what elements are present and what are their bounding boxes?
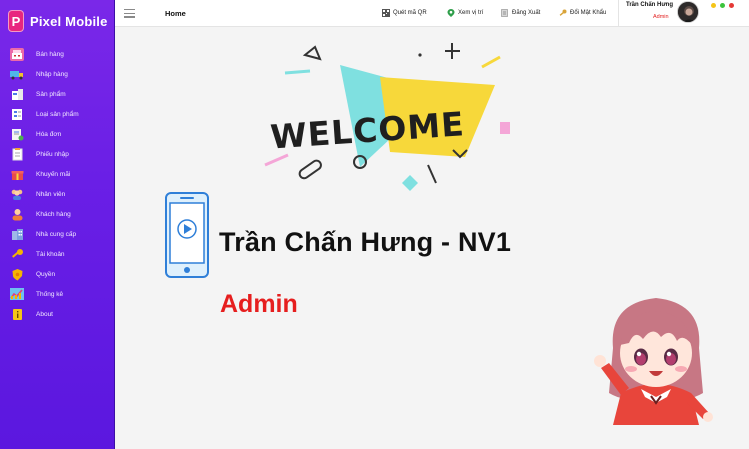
welcome-banner: WELCOME (264, 43, 510, 191)
sidebar-item-quyen[interactable]: Quyền (0, 264, 115, 284)
top-bar: Home Quét mã QR Xem vị trí Đăng Xuất Đổi… (115, 0, 749, 27)
logout-label: Đăng Xuất (512, 10, 541, 16)
sidebar: P Pixel Mobile Bán hàng Nhập hàng Sản ph… (0, 0, 115, 449)
customer-icon (10, 208, 24, 221)
sidebar-item-label: Khuyến mãi (36, 170, 71, 178)
employee-title: Trần Chấn Hưng - NV1 (219, 227, 512, 257)
product-icon (10, 88, 24, 101)
brand-name: Pixel Mobile (30, 13, 108, 29)
sidebar-item-label: Nhân viên (36, 190, 66, 198)
user-role: Admin (653, 14, 669, 20)
anime-girl-mascot (594, 298, 713, 425)
scan-qr-label: Quét mã QR (393, 10, 427, 16)
logo-letter: P (11, 13, 21, 29)
page-title: Home (165, 9, 186, 18)
sidebar-item-label: Khách hàng (36, 210, 71, 218)
sidebar-item-label: Nhập hàng (36, 70, 68, 78)
sidebar-item-khuyen-mai[interactable]: Khuyến mãi (0, 164, 115, 184)
sidebar-item-san-pham[interactable]: Sản phẩm (0, 84, 115, 104)
sidebar-item-ban-hang[interactable]: Bán hàng (0, 44, 115, 64)
view-location-label: Xem vị trí (458, 10, 484, 16)
maximize-dot-icon[interactable] (720, 3, 725, 8)
info-icon (10, 308, 24, 321)
key-icon (559, 9, 567, 17)
app-window: P Pixel Mobile Bán hàng Nhập hàng Sản ph… (0, 0, 749, 449)
sidebar-menu: Bán hàng Nhập hàng Sản phẩm Loại sản phẩ… (0, 44, 115, 324)
sidebar-item-hoa-don[interactable]: Hóa đơn (0, 124, 115, 144)
user-name: Trần Chấn Hưng (626, 2, 674, 8)
sidebar-item-label: Hóa đơn (36, 130, 62, 138)
sidebar-item-khach-hang[interactable]: Khách hàng (0, 204, 115, 224)
cash-register-icon (10, 47, 24, 61)
qr-icon (382, 9, 390, 17)
close-dot-icon[interactable] (729, 3, 734, 8)
employee-role: Admin (220, 290, 298, 318)
user-profile[interactable]: Trần Chấn Hưng Admin (618, 0, 749, 27)
sidebar-item-label: Sản phẩm (36, 90, 66, 98)
sidebar-item-nha-cung-cap[interactable]: Nhà cung cấp (0, 224, 115, 244)
logout-button[interactable]: Đăng Xuất (501, 9, 540, 17)
sidebar-item-nhan-vien[interactable]: Nhân viên (0, 184, 115, 204)
chart-icon (10, 288, 24, 301)
sidebar-item-label: Phiếu nhập (36, 150, 69, 158)
sidebar-item-loai-san-pham[interactable]: Loại sản phẩm (0, 104, 115, 124)
sidebar-item-tai-khoan[interactable]: Tài khoản (0, 244, 115, 264)
truck-icon (10, 68, 24, 81)
sidebar-item-label: Bán hàng (36, 50, 64, 58)
sidebar-item-label: Nhà cung cấp (36, 230, 77, 238)
brand: P Pixel Mobile (8, 8, 108, 34)
sidebar-item-label: Quyền (36, 270, 56, 278)
sidebar-item-label: Loại sản phẩm (36, 110, 79, 118)
key-icon (10, 248, 24, 261)
sidebar-item-label: Thống kê (36, 290, 64, 298)
sidebar-item-label: About (36, 310, 53, 318)
view-location-button[interactable]: Xem vị trí (447, 9, 483, 17)
main-content: WELCOME Trần Chấn Hưng - NV1 Admin (115, 27, 749, 449)
sidebar-item-about[interactable]: About (0, 304, 115, 324)
sidebar-item-phieu-nhap[interactable]: Phiếu nhập (0, 144, 115, 164)
hamburger-menu-icon[interactable] (124, 9, 135, 18)
change-password-label: Đổi Mật Khẩu (570, 10, 607, 16)
shield-icon (10, 268, 24, 281)
avatar[interactable] (677, 1, 699, 23)
sidebar-item-thong-ke[interactable]: Thống kê (0, 284, 115, 304)
invoice-icon (10, 128, 24, 141)
map-pin-icon (447, 9, 455, 17)
gift-icon (10, 168, 24, 181)
phone-video-icon (165, 192, 209, 278)
supplier-icon (10, 228, 24, 241)
minimize-dot-icon[interactable] (711, 3, 716, 8)
receipt-icon (10, 147, 24, 161)
scan-qr-button[interactable]: Quét mã QR (382, 9, 427, 17)
logout-icon (501, 9, 509, 17)
sidebar-item-nhap-hang[interactable]: Nhập hàng (0, 64, 115, 84)
category-icon (10, 108, 24, 121)
change-password-button[interactable]: Đổi Mật Khẩu (559, 9, 606, 17)
sidebar-item-label: Tài khoản (36, 250, 65, 258)
staff-icon (10, 188, 24, 201)
app-logo: P (8, 10, 24, 32)
